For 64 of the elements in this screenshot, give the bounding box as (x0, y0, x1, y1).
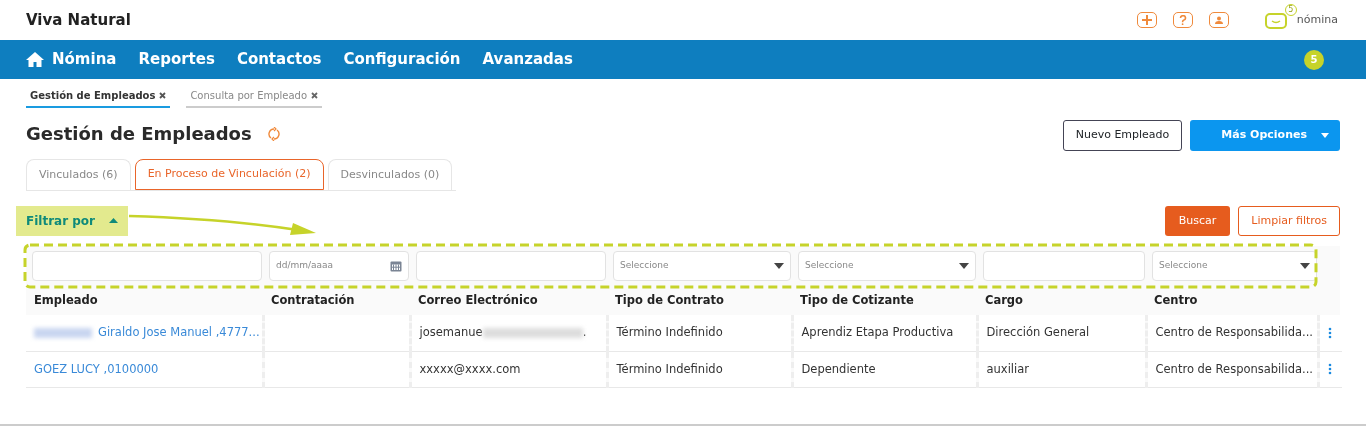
new-employee-button[interactable]: Nuevo Empleado (1062, 120, 1183, 151)
table-cell: Término Indefinido (616, 361, 723, 376)
options-dropdown-button[interactable]: Más Opciones (1190, 120, 1340, 151)
filter-input[interactable] (983, 251, 1145, 281)
table-cell: . (582, 325, 587, 340)
column-header: Tipo de Contrato (607, 286, 792, 316)
add-button[interactable] (1136, 12, 1157, 28)
tab[interactable]: Vinculados (6) (26, 159, 131, 190)
page-title: Gestión de Empleados (26, 122, 252, 146)
employee-link[interactable]: Giraldo Jose Manuel ,4777... (98, 325, 260, 340)
question-icon (1178, 15, 1187, 25)
close-icon[interactable] (311, 92, 319, 99)
search-button[interactable]: Buscar (1164, 205, 1231, 236)
select-dropdown[interactable]: Seleccione (613, 251, 791, 281)
date-field[interactable]: dd/mm/aaaa (269, 251, 409, 281)
page-tab[interactable]: Consulta por Empleado (186, 84, 323, 108)
table-cell: Centro de Responsabilida... (1155, 325, 1313, 340)
clear-filters-button[interactable]: Limpiar filtros (1238, 205, 1340, 236)
caret-icon (959, 263, 969, 269)
caret-icon (774, 263, 784, 269)
plus-icon (1141, 15, 1152, 25)
filter-toggle[interactable]: Filtrar por (16, 205, 129, 236)
table-cell: auxiliar (986, 361, 1029, 376)
nav-item[interactable]: Avanzadas (482, 48, 573, 71)
brand-name: Viva Natural (26, 9, 131, 31)
nav-item[interactable]: Reportes (138, 48, 215, 71)
close-icon[interactable] (159, 92, 167, 99)
more-icon[interactable] (1327, 363, 1332, 375)
table-cell: Dirección General (986, 325, 1090, 340)
filter-input[interactable] (416, 251, 606, 281)
tab[interactable]: En Proceso de Vinculación (2) (134, 159, 324, 190)
column-header: Contratación (263, 286, 410, 316)
user-icon (1214, 16, 1223, 24)
page-tab[interactable]: Gestión de Empleados (26, 84, 171, 108)
filter-input[interactable] (32, 251, 262, 281)
logo-text: nómina (1296, 11, 1338, 28)
select-dropdown[interactable]: Seleccione (798, 251, 976, 281)
refresh-icon[interactable] (267, 126, 280, 141)
column-header: Empleado (26, 286, 263, 316)
nav-item[interactable]: Configuración (343, 48, 461, 71)
table-cell: Dependiente (801, 361, 876, 376)
notification-badge: 5 (1304, 49, 1324, 70)
table-cell: Término Indefinido (616, 325, 723, 340)
caret-icon (1321, 132, 1329, 138)
more-icon[interactable] (1327, 326, 1332, 339)
nav-item[interactable]: Nómina (26, 48, 117, 71)
column-header: Centro (1146, 286, 1318, 316)
column-header: Correo Electrónico (410, 286, 607, 316)
table-cell: josemanue (419, 325, 483, 340)
nav-item[interactable]: Contactos (236, 48, 322, 71)
table-cell: Centro de Responsabilida... (1155, 361, 1313, 376)
caret-icon (109, 218, 119, 224)
tab[interactable]: Desvinculados (0) (327, 159, 453, 190)
table-cell: xxxxx@xxxx.com (419, 361, 521, 376)
select-dropdown[interactable]: Seleccione (1152, 251, 1317, 281)
caret-icon (1300, 263, 1310, 269)
user-button[interactable] (1208, 12, 1229, 28)
calendar-icon[interactable] (390, 260, 402, 272)
help-button[interactable] (1172, 12, 1193, 28)
employee-link[interactable]: GOEZ LUCY ,0100000 (34, 361, 159, 376)
column-header: Tipo de Cotizante (792, 286, 977, 316)
table-cell: Aprendiz Etapa Productiva (801, 325, 954, 340)
logo-icon (1264, 12, 1287, 29)
column-header: Cargo (977, 286, 1146, 316)
